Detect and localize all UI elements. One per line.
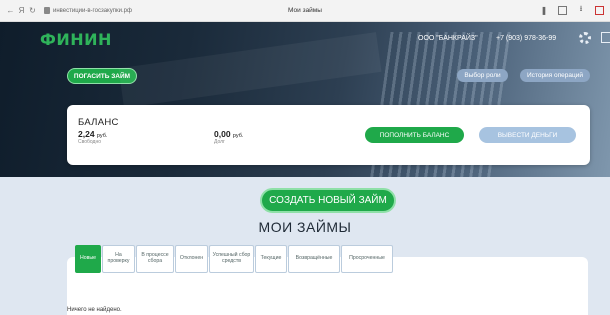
debt-amount: 0,00 руб.: [214, 129, 243, 139]
free-balance: 2,24 руб.: [78, 129, 107, 139]
withdraw-button[interactable]: ВЫВЕСТИ ДЕНЬГИ: [479, 127, 576, 143]
tab-in-progress[interactable]: В процессе сбора: [136, 245, 174, 273]
address-bar[interactable]: инвестиции-в-госзакупки.рф: [44, 5, 194, 17]
empty-state-text: Ничего не найдено.: [67, 307, 122, 313]
reload-icon[interactable]: ↻: [27, 6, 38, 15]
balance-title: БАЛАНС: [78, 117, 119, 128]
browser-toolbar: ← Я ↻ инвестиции-в-госзакупки.рф Мои зай…: [0, 0, 610, 22]
page-tab-title: Мои займы: [288, 7, 322, 14]
lock-icon: [44, 7, 50, 14]
phone-number[interactable]: +7 (903) 978-36-99: [496, 35, 556, 42]
tab-returned[interactable]: Возвращённые: [288, 245, 340, 273]
loan-status-tabs: Новые На проверку В процессе сбора Откло…: [75, 245, 394, 273]
topup-balance-button[interactable]: ПОПОЛНИТЬ БАЛАНС: [365, 127, 464, 143]
tab-successful[interactable]: Успешный сбор средств: [209, 245, 254, 273]
back-icon[interactable]: ←: [5, 6, 16, 15]
tab-overdue[interactable]: Просроченные: [341, 245, 393, 273]
pay-loan-button[interactable]: ПОГАСИТЬ ЗАЙМ: [67, 68, 137, 84]
tab-current[interactable]: Текущие: [255, 245, 287, 273]
history-button[interactable]: История операций: [520, 69, 590, 82]
tab-rejected[interactable]: Отклонен: [175, 245, 208, 273]
role-select-button[interactable]: Выбор роли: [457, 69, 508, 82]
gear-icon[interactable]: [579, 32, 591, 44]
forward-icon[interactable]: Я: [16, 6, 27, 15]
logo[interactable]: ФИНИН: [40, 30, 112, 49]
extensions-icon[interactable]: [558, 5, 567, 15]
balance-card: БАЛАНС 2,24 руб. Свободно 0,00 руб. Долг…: [67, 105, 590, 165]
debt-value: 0,00: [214, 129, 231, 139]
free-balance-value: 2,24: [78, 129, 95, 139]
create-loan-button[interactable]: СОЗДАТЬ НОВЫЙ ЗАЙМ: [260, 188, 396, 213]
tab-new[interactable]: Новые: [75, 245, 101, 273]
debt-unit: руб.: [232, 133, 244, 139]
address-text[interactable]: инвестиции-в-госзакупки.рф: [53, 8, 132, 14]
exit-icon[interactable]: [601, 32, 610, 43]
tab-for-review[interactable]: На проверку: [102, 245, 135, 273]
section-title: МОИ ЗАЙМЫ: [258, 219, 352, 235]
company-name: ООО "БАНКРАЙЗ": [418, 35, 478, 42]
download-icon[interactable]: ⭳: [576, 4, 586, 15]
debt-label: Долг: [214, 139, 225, 145]
close-icon[interactable]: [595, 5, 604, 15]
free-balance-label: Свободно: [78, 139, 101, 145]
bookmark-icon[interactable]: ❚: [539, 5, 549, 15]
